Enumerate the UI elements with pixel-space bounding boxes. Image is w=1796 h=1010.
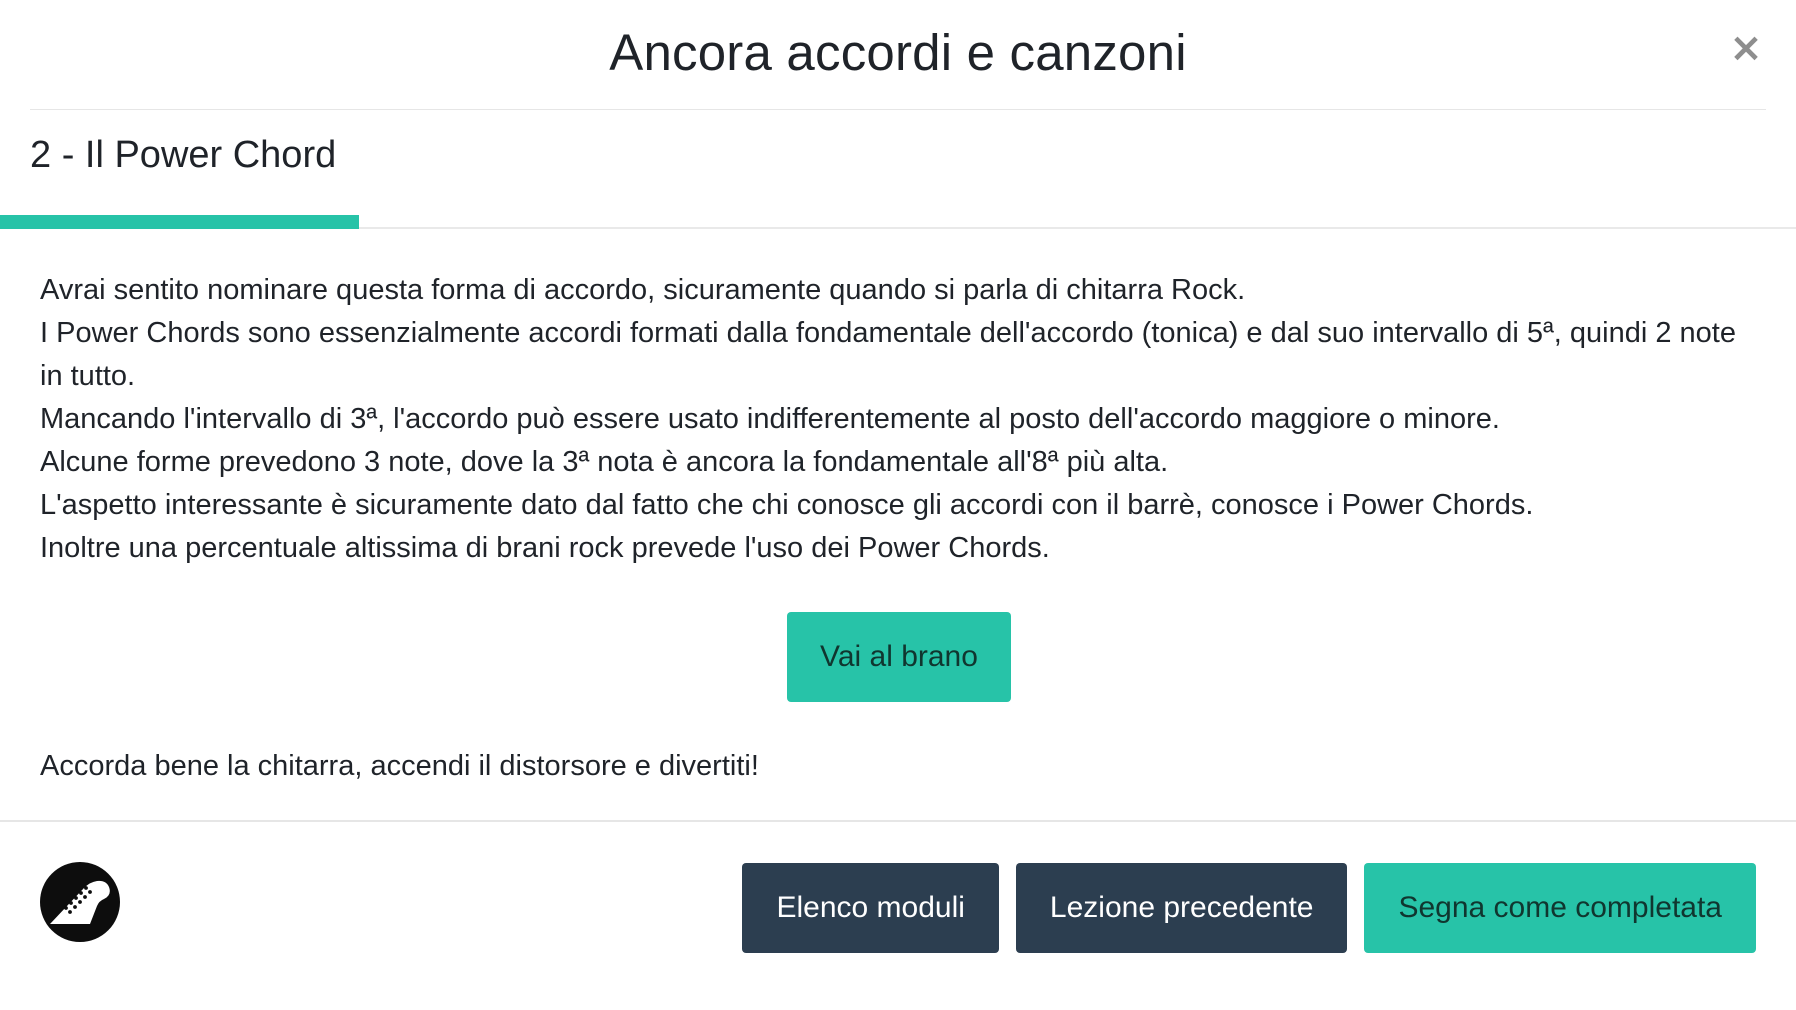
active-tab-indicator	[0, 215, 359, 229]
go-to-song-button[interactable]: Vai al brano	[787, 612, 1011, 702]
body-line: Mancando l'intervallo di 3ª, l'accordo p…	[40, 403, 1500, 435]
body-line: Inoltre una percentuale altissima di bra…	[40, 532, 1050, 564]
body-line: L'aspetto interessante è sicuramente dat…	[40, 489, 1534, 521]
modal-header: Ancora accordi e canzoni ×	[30, 0, 1766, 110]
mark-complete-button[interactable]: Segna come completata	[1364, 863, 1756, 953]
cta-container: Vai al brano	[40, 612, 1756, 702]
modal-footer: Elenco moduli Lezione precedente Segna c…	[0, 820, 1796, 1010]
lesson-tab-bar: 2 - Il Power Chord	[0, 110, 1796, 229]
lesson-body-text: Avrai sentito nominare questa forma di a…	[40, 269, 1756, 570]
body-line: Avrai sentito nominare questa forma di a…	[40, 274, 1246, 306]
guitar-headstock-icon	[40, 862, 120, 942]
module-list-button[interactable]: Elenco moduli	[742, 863, 999, 953]
lesson-modal: Ancora accordi e canzoni × 2 - Il Power …	[0, 0, 1796, 1010]
modal-title: Ancora accordi e canzoni	[609, 24, 1187, 81]
body-line: I Power Chords sono essenzialmente accor…	[40, 317, 1736, 392]
close-button[interactable]: ×	[1726, 28, 1766, 68]
closing-text: Accorda bene la chitarra, accendi il dis…	[40, 750, 759, 782]
footer-actions: Elenco moduli Lezione precedente Segna c…	[742, 863, 1756, 953]
previous-lesson-button[interactable]: Lezione precedente	[1015, 863, 1348, 953]
lesson-heading: 2 - Il Power Chord	[30, 134, 337, 176]
body-line: Alcune forme prevedono 3 note, dove la 3…	[40, 446, 1169, 478]
lesson-content: Avrai sentito nominare questa forma di a…	[0, 229, 1796, 788]
